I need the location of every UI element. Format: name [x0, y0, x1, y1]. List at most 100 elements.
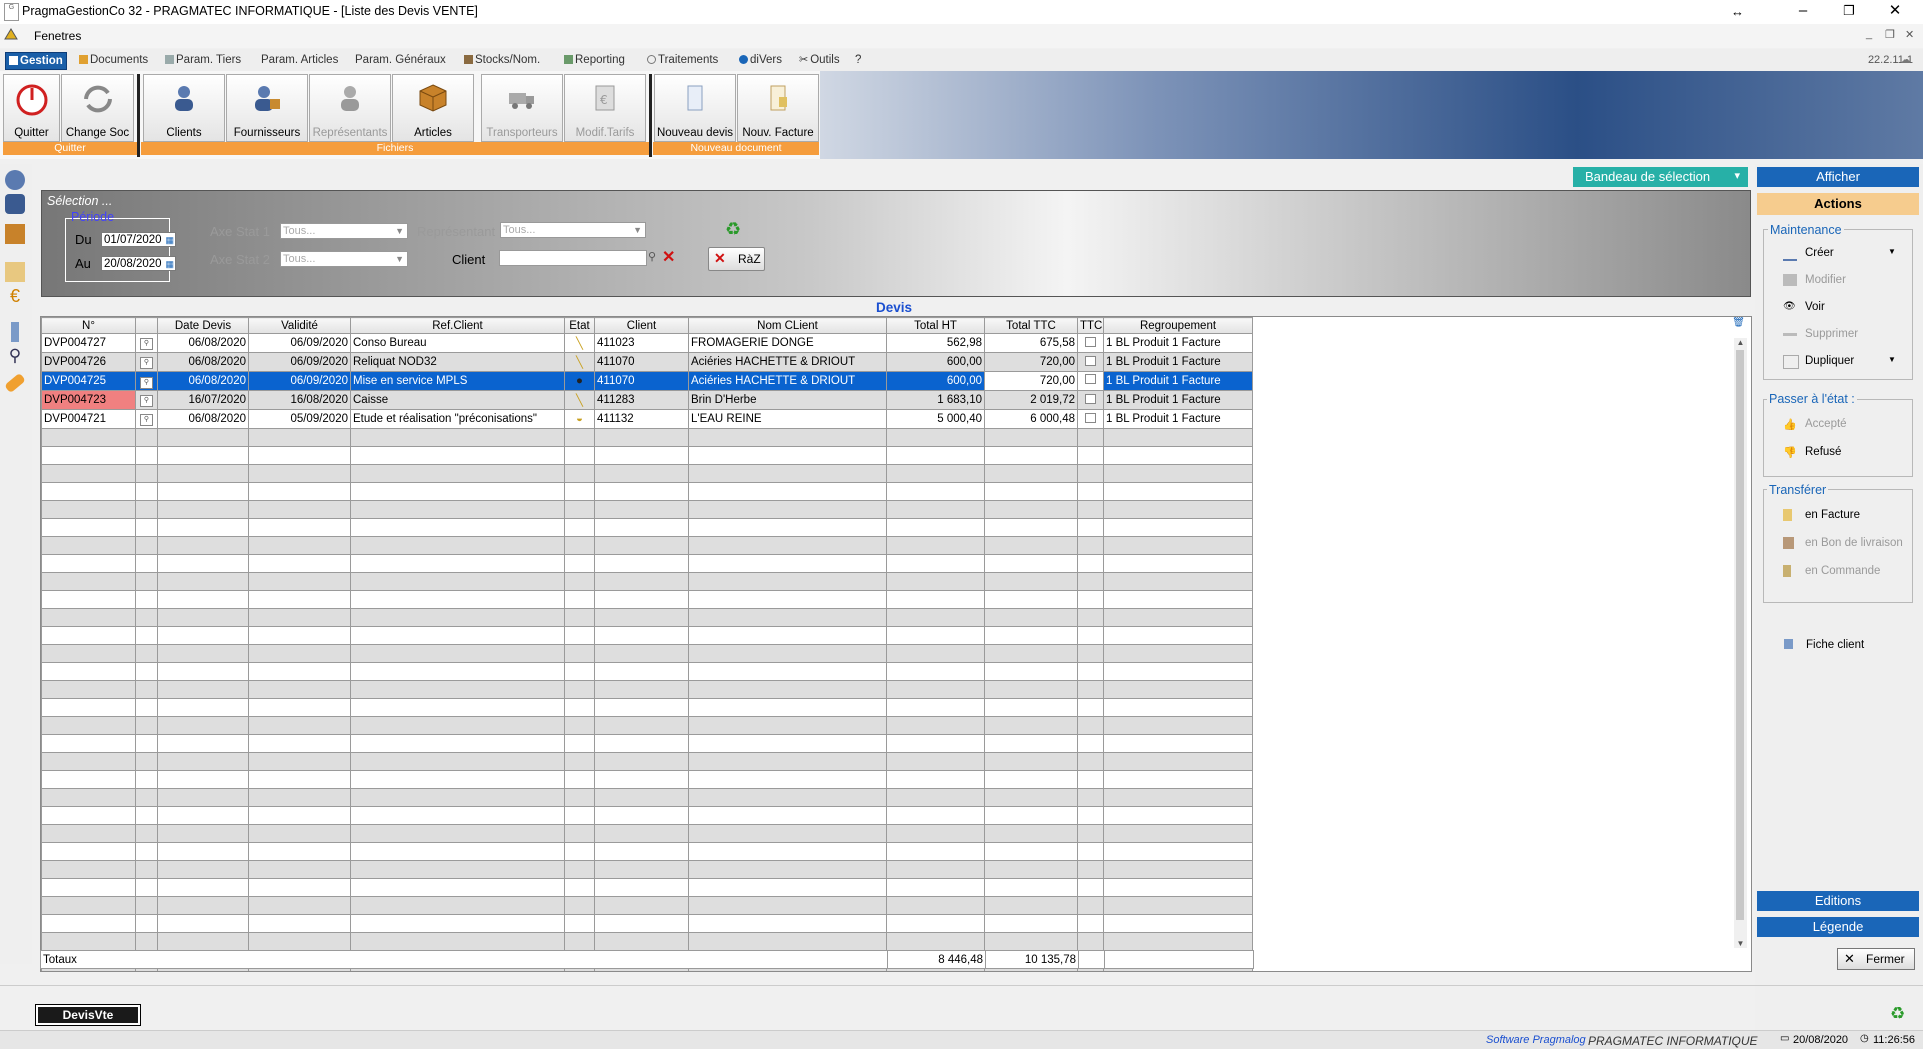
table-row[interactable]: DVP004723 ⚲ 16/07/2020 16/08/2020 Caisse ╲ 411… [41, 390, 1253, 410]
tab-gestion[interactable]: Gestion [5, 52, 67, 70]
grid-scrollbar[interactable]: ▲ ▼ [1734, 338, 1747, 948]
fournisseurs-button[interactable]: Fournisseurs [226, 74, 308, 142]
table-row[interactable]: DVP004726 ⚲ 06/08/2020 06/09/2020 Reliquat N… [41, 352, 1253, 372]
col-header-view[interactable] [135, 317, 158, 334]
tab-divers[interactable]: diVers [736, 52, 785, 68]
tab-outils[interactable]: ✂ Outils [796, 52, 843, 68]
fermer-button[interactable]: ✕ Fermer [1837, 948, 1915, 970]
accepte-action[interactable]: 👍 Accepté [1783, 418, 1847, 431]
ttc-checkbox[interactable] [1077, 333, 1104, 353]
afficher-button[interactable]: Afficher [1757, 167, 1919, 187]
recycle-icon[interactable]: ♻ [725, 219, 741, 240]
calendar-icon[interactable]: ▦ [165, 233, 174, 248]
chevron-down-icon[interactable]: ▼ [1888, 355, 1896, 364]
en-facture-action[interactable]: en Facture [1783, 509, 1860, 521]
nouv-facture-button[interactable]: Nouv. Facture [737, 74, 819, 142]
table-row[interactable]: DVP004727 ⚲ 06/08/2020 06/09/2020 Conso Bure… [41, 333, 1253, 353]
axe-stat-1-select[interactable]: Tous... ▼ [280, 223, 408, 239]
recycle-icon[interactable]: ♻ [1890, 1004, 1905, 1024]
chevron-down-icon[interactable]: ▼ [1888, 247, 1896, 256]
ttc-checkbox[interactable] [1077, 352, 1104, 372]
representant-select[interactable]: Tous... ▼ [500, 222, 646, 238]
editions-button[interactable]: Editions [1757, 891, 1919, 911]
tab-param-articles[interactable]: Param. Articles [258, 52, 341, 68]
table-row[interactable]: DVP004725 ⚲ 06/08/2020 06/09/2020 Mise en se… [41, 371, 1253, 391]
tab-param-tiers[interactable]: Param. Tiers [162, 52, 244, 68]
col-header-ttc[interactable]: TTC [1077, 317, 1104, 334]
supprimer-action[interactable]: Supprimer [1783, 328, 1858, 340]
date-au-field[interactable]: 20/08/2020 ▦ [101, 256, 176, 271]
col-header-etat[interactable]: Etat [564, 317, 595, 334]
menu-fenetres[interactable]: Fenetres [34, 29, 81, 43]
mdi-minimize-button[interactable]: _ [1866, 28, 1872, 40]
mdi-restore-button[interactable]: ❐ [1885, 28, 1895, 41]
modif-tarifs-button[interactable]: € Modif.Tarifs [564, 74, 646, 142]
col-header-nom-client[interactable]: Nom CLient [688, 317, 887, 334]
euro-icon[interactable]: € [5, 286, 25, 306]
transporteurs-button[interactable]: Transporteurs [481, 74, 563, 142]
client-search-icon[interactable]: ⚲ [648, 250, 656, 263]
legende-button[interactable]: Légende [1757, 917, 1919, 937]
raz-button[interactable]: ✕ RàZ [708, 247, 765, 271]
client-field[interactable] [499, 250, 647, 266]
tab-stocks[interactable]: Stocks/Nom. [461, 52, 543, 68]
dupliquer-action[interactable]: Dupliquer [1783, 355, 1854, 369]
col-header-regroupement[interactable]: Regroupement [1103, 317, 1253, 334]
suppliers-shortcut-icon[interactable] [5, 194, 25, 214]
col-header-num[interactable]: N° [41, 317, 136, 334]
window-tab-devisvte[interactable]: DevisVte [35, 1004, 141, 1026]
refuse-action[interactable]: 👎 Refusé [1783, 446, 1841, 459]
articles-shortcut-icon[interactable] [5, 224, 25, 244]
en-commande-action[interactable]: en Commande [1783, 565, 1880, 577]
axe-stat-2-select[interactable]: Tous... ▼ [280, 251, 408, 267]
close-button[interactable]: ✕ [1872, 0, 1918, 24]
clear-client-icon[interactable]: ✕ [662, 247, 675, 267]
change-soc-button[interactable]: Change Soc [61, 74, 134, 142]
voir-action[interactable]: 👁 Voir [1783, 301, 1825, 313]
scroll-thumb[interactable] [1736, 350, 1744, 920]
en-bl-action[interactable]: en Bon de livraison [1783, 537, 1903, 549]
documents-shortcut-icon[interactable] [5, 262, 25, 282]
tab-help[interactable]: ? [852, 52, 864, 68]
col-header-validite[interactable]: Validité [248, 317, 351, 334]
tab-param-generaux[interactable]: Param. Généraux [352, 52, 449, 68]
empty-row [41, 878, 1253, 897]
tab-reporting[interactable]: Reporting [561, 52, 628, 68]
col-header-total-ht[interactable]: Total HT [886, 317, 985, 334]
tab-documents[interactable]: Documents [76, 52, 151, 68]
grid-trash-icon[interactable]: 🗑 [1732, 317, 1745, 328]
date-du-field[interactable]: 01/07/2020 ▦ [101, 232, 176, 247]
ttc-checkbox[interactable] [1077, 390, 1104, 410]
view-detail-icon[interactable]: ⚲ [135, 333, 158, 353]
fiche-client-action[interactable]: Fiche client [1784, 639, 1864, 651]
modifier-action[interactable]: Modifier [1783, 274, 1846, 286]
nouveau-devis-button[interactable]: Nouveau devis [654, 74, 736, 142]
bandeau-selection-toggle[interactable]: Bandeau de sélection ▾ [1573, 167, 1748, 187]
clients-button[interactable]: Clients [143, 74, 225, 142]
calendar-icon[interactable]: ▦ [165, 257, 174, 272]
mdi-close-button[interactable]: ✕ [1905, 28, 1914, 41]
quitter-button[interactable]: Quitter [3, 74, 60, 142]
col-header-date[interactable]: Date Devis [157, 317, 249, 334]
au-label: Au [75, 256, 91, 271]
view-detail-icon[interactable]: ⚲ [135, 352, 158, 372]
minimize-button[interactable]: – [1780, 0, 1826, 24]
maximize-button[interactable]: ❐ [1826, 0, 1872, 24]
view-detail-icon[interactable]: ⚲ [135, 409, 158, 429]
view-detail-icon[interactable]: ⚲ [135, 390, 158, 410]
col-header-client[interactable]: Client [594, 317, 689, 334]
eraser-icon[interactable] [4, 372, 26, 394]
search-icon[interactable]: ⚲ [5, 346, 25, 366]
col-header-ref-client[interactable]: Ref.Client [350, 317, 565, 334]
pen-icon[interactable] [11, 322, 19, 342]
representants-button[interactable]: Représentants [309, 74, 391, 142]
ttc-checkbox[interactable] [1077, 371, 1104, 391]
ttc-checkbox[interactable] [1077, 409, 1104, 429]
clients-shortcut-icon[interactable] [5, 170, 25, 190]
view-detail-icon[interactable]: ⚲ [135, 371, 158, 391]
articles-button[interactable]: Articles [392, 74, 474, 142]
col-header-total-ttc[interactable]: Total TTC [984, 317, 1078, 334]
tab-traitements[interactable]: Traitements [644, 52, 721, 68]
table-row[interactable]: DVP004721 ⚲ 06/08/2020 05/09/2020 Etude et r… [41, 409, 1253, 429]
creer-action[interactable]: Créer [1783, 247, 1834, 261]
